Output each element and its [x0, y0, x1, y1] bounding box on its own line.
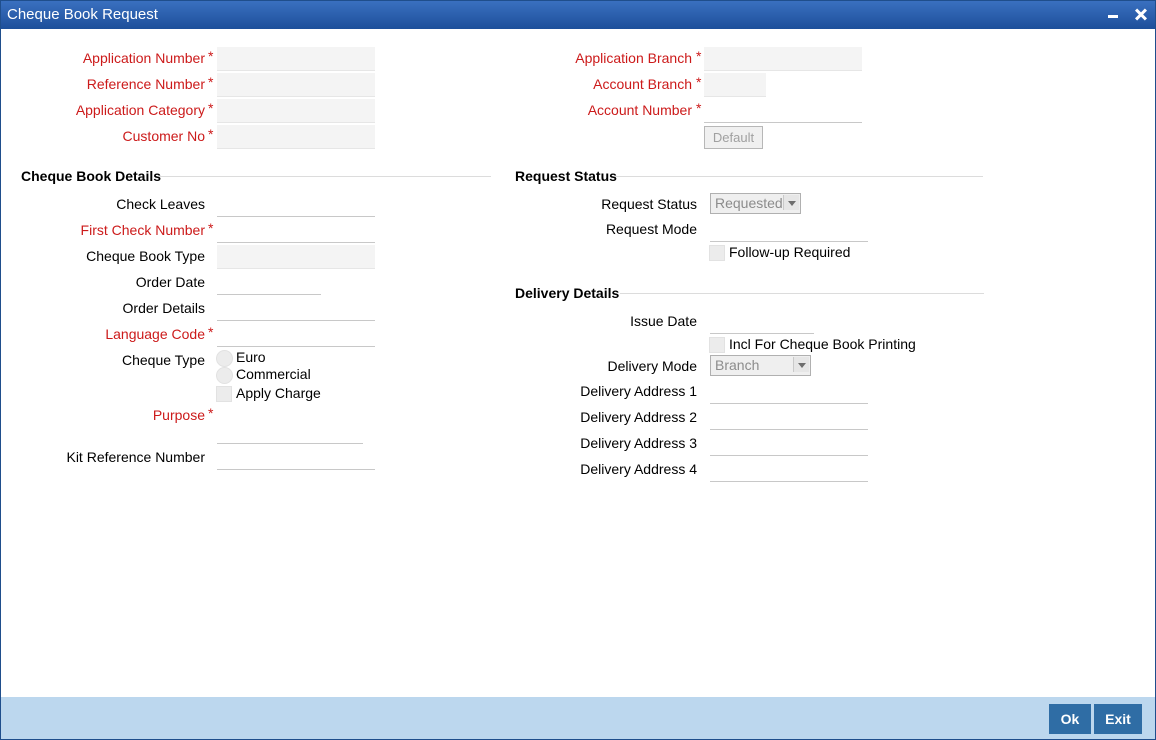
request-mode-label: Request Mode — [605, 221, 697, 237]
commercial-radio-label: Commercial — [236, 366, 311, 382]
title-bar: Cheque Book Request — [1, 1, 1155, 29]
application-category-field[interactable] — [217, 99, 375, 123]
delivery-address-1-field[interactable] — [710, 380, 868, 404]
required-marker: * — [208, 220, 214, 236]
ok-button[interactable]: Ok — [1049, 704, 1091, 734]
exit-button[interactable]: Exit — [1094, 704, 1142, 734]
request-status-title: Request Status — [515, 168, 617, 184]
cheque-type-label: Cheque Type — [121, 352, 205, 368]
language-code-field[interactable] — [217, 323, 375, 347]
delivery-mode-select[interactable]: Branch — [710, 355, 811, 376]
order-date-label: Order Date — [135, 274, 205, 290]
request-status-label: Request Status — [601, 196, 697, 212]
delivery-address-3-field[interactable] — [710, 432, 868, 456]
close-icon[interactable] — [1131, 4, 1151, 24]
application-category-label: Application Category — [75, 102, 205, 118]
follow-up-required-label: Follow-up Required — [729, 244, 851, 260]
cheque-book-request-window: Cheque Book Request Application Number *… — [0, 0, 1156, 740]
delivery-address-3-label: Delivery Address 3 — [580, 435, 697, 451]
euro-radio-label: Euro — [236, 349, 266, 365]
delivery-mode-value: Branch — [715, 357, 760, 373]
order-details-field[interactable] — [217, 297, 375, 321]
required-marker: * — [208, 48, 214, 64]
section-divider — [620, 293, 984, 294]
footer-bar: Ok Exit — [1, 697, 1155, 739]
request-status-value: Requested — [715, 195, 783, 211]
order-date-field[interactable] — [217, 271, 321, 295]
required-marker: * — [696, 74, 702, 90]
chevron-down-icon[interactable] — [783, 195, 799, 210]
purpose-field[interactable] — [217, 420, 363, 444]
customer-no-label: Customer No — [122, 128, 205, 144]
follow-up-required-checkbox[interactable] — [709, 245, 725, 261]
account-branch-field[interactable] — [704, 73, 766, 97]
kit-reference-number-field[interactable] — [217, 446, 375, 470]
application-number-field[interactable] — [217, 47, 375, 71]
issue-date-field[interactable] — [710, 310, 814, 334]
default-button[interactable]: Default — [704, 126, 763, 149]
chevron-down-icon[interactable] — [793, 357, 809, 372]
required-marker: * — [208, 100, 214, 116]
required-marker: * — [208, 74, 214, 90]
section-divider — [615, 176, 983, 177]
account-number-field[interactable] — [704, 99, 862, 123]
cheque-book-type-label: Cheque Book Type — [86, 248, 205, 264]
delivery-address-4-field[interactable] — [710, 458, 868, 482]
minimize-icon[interactable] — [1103, 4, 1123, 24]
language-code-label: Language Code — [105, 326, 205, 342]
delivery-address-4-label: Delivery Address 4 — [580, 461, 697, 477]
delivery-details-title: Delivery Details — [515, 285, 620, 301]
kit-reference-number-label: Kit Reference Number — [66, 449, 205, 465]
application-number-label: Application Number — [82, 50, 205, 66]
required-marker: * — [208, 126, 214, 142]
application-branch-field[interactable] — [704, 47, 862, 71]
required-marker: * — [696, 100, 702, 116]
check-leaves-field[interactable] — [217, 193, 375, 217]
cheque-book-details-title: Cheque Book Details — [21, 168, 162, 184]
customer-no-field[interactable] — [217, 125, 375, 149]
account-number-label: Account Number — [587, 102, 692, 118]
account-branch-label: Account Branch — [593, 76, 692, 92]
purpose-label: Purpose — [152, 407, 205, 423]
request-mode-field[interactable] — [710, 218, 868, 242]
delivery-mode-label: Delivery Mode — [607, 358, 697, 374]
required-marker: * — [208, 324, 214, 340]
issue-date-label: Issue Date — [630, 313, 697, 329]
delivery-address-1-label: Delivery Address 1 — [580, 383, 697, 399]
reference-number-label: Reference Number — [86, 76, 205, 92]
euro-radio[interactable] — [216, 350, 233, 367]
required-marker: * — [696, 48, 702, 64]
first-check-number-label: First Check Number — [80, 222, 205, 238]
application-branch-label: Application Branch — [575, 50, 692, 66]
order-details-label: Order Details — [122, 300, 205, 316]
cheque-book-type-field[interactable] — [217, 245, 375, 269]
check-leaves-label: Check Leaves — [116, 196, 205, 212]
incl-for-printing-checkbox[interactable] — [709, 337, 725, 353]
apply-charge-label: Apply Charge — [236, 385, 321, 401]
commercial-radio[interactable] — [216, 367, 233, 384]
incl-for-printing-label: Incl For Cheque Book Printing — [729, 336, 916, 352]
request-status-select[interactable]: Requested — [710, 193, 801, 214]
first-check-number-field[interactable] — [217, 219, 375, 243]
delivery-address-2-field[interactable] — [710, 406, 868, 430]
apply-charge-checkbox[interactable] — [216, 386, 232, 402]
required-marker: * — [208, 405, 214, 421]
section-divider — [159, 176, 491, 177]
window-title: Cheque Book Request — [7, 6, 158, 23]
delivery-address-2-label: Delivery Address 2 — [580, 409, 697, 425]
reference-number-field[interactable] — [217, 73, 375, 97]
